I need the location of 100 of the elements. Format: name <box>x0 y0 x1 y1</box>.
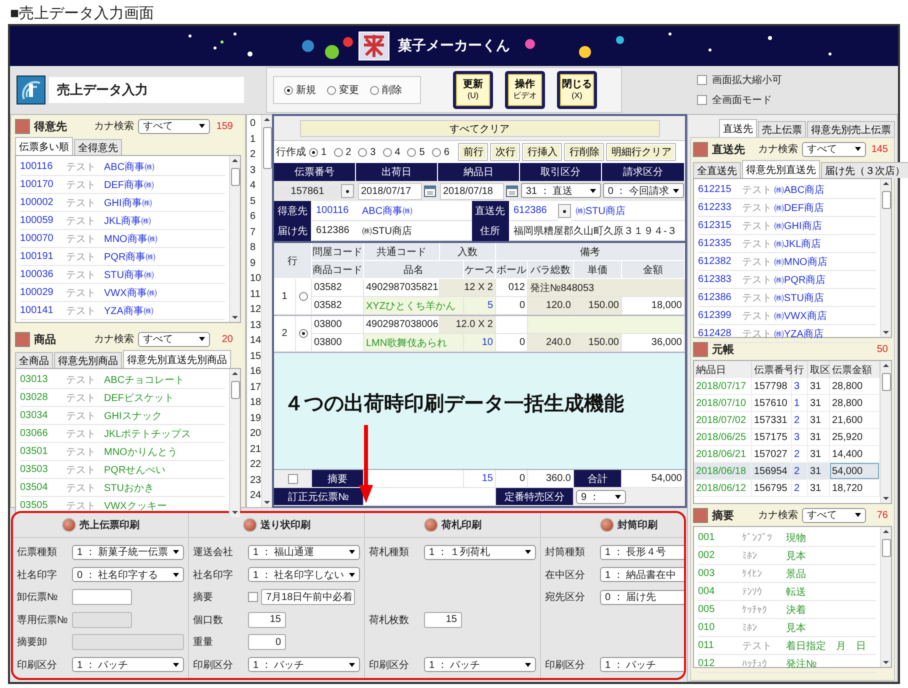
name-label[interactable]: MNO商事㈱ <box>104 232 158 246</box>
tab[interactable]: 得意先別直送先別商品 <box>123 350 231 368</box>
name-label[interactable]: JKL商事㈱ <box>104 214 152 228</box>
clear-all-button[interactable]: すべてクリア <box>300 120 660 136</box>
dropdown[interactable]: 1 ： バッチ <box>424 657 536 672</box>
name-label[interactable]: 転送 <box>786 584 806 598</box>
dropdown[interactable]: 1 ： バッチ <box>600 657 684 672</box>
name-label[interactable]: GHI商事㈱ <box>104 196 152 210</box>
name-label[interactable]: 景品 <box>786 566 806 580</box>
dropdown[interactable]: 1 ： 新菓子統一伝票 <box>72 544 184 560</box>
ball-count-field[interactable] <box>496 316 528 334</box>
tab[interactable]: 全得意先 <box>74 139 122 155</box>
checkbox[interactable] <box>697 75 707 85</box>
dropdown[interactable]: 0 ： 今回請求 <box>602 183 684 198</box>
dropdown[interactable]: すべて <box>138 118 210 134</box>
tab[interactable]: 全商品 <box>15 352 53 368</box>
tab[interactable]: 得意先別直送先 <box>742 160 820 178</box>
number-field[interactable]: 15 <box>424 612 462 628</box>
radio-button[interactable] <box>407 148 416 156</box>
dropdown[interactable]: 31 ： 直送 <box>520 183 601 198</box>
name-label[interactable]: ㈱VWX商店 <box>774 308 827 322</box>
radio-button[interactable] <box>327 86 336 94</box>
tab[interactable]: 全直送先 <box>693 162 741 178</box>
calendar-icon[interactable] <box>424 185 436 197</box>
name-label[interactable]: MNOかりんとう <box>104 444 178 458</box>
name-label[interactable]: ㈱JKL商店 <box>774 236 822 250</box>
name-label[interactable]: 着日指定 月 日 <box>786 638 866 652</box>
radio-label[interactable]: 2 <box>346 146 352 158</box>
lookup-button[interactable] <box>558 204 570 218</box>
remark-field[interactable] <box>528 316 685 334</box>
name-label[interactable]: 現物 <box>786 530 806 544</box>
nav-button[interactable]: 行挿入 <box>522 143 562 161</box>
dropdown[interactable]: 1 ： バッチ <box>248 657 360 672</box>
dropdown[interactable]: 0 ： 届け先 <box>600 590 684 605</box>
dropdown[interactable]: 1 ： 社名印字しない <box>248 567 360 582</box>
dropdown[interactable]: すべて <box>802 508 866 522</box>
name-label[interactable]: 見本 <box>786 620 806 634</box>
radio-label[interactable]: 6 <box>444 146 450 158</box>
name-label[interactable]: 決着 <box>786 602 806 616</box>
lookup-button[interactable] <box>340 184 354 198</box>
radio-label[interactable]: 削除 <box>382 83 402 97</box>
radio-button[interactable] <box>299 292 308 301</box>
name-label[interactable]: ㈱MNO商店 <box>774 254 828 268</box>
radio-button[interactable] <box>382 148 392 156</box>
name-label[interactable]: JKLポテトチップス <box>104 426 192 440</box>
number-field[interactable]: 15 <box>248 612 286 628</box>
radio-label[interactable]: 新規 <box>296 83 316 97</box>
radio-button[interactable] <box>309 148 318 156</box>
dropdown[interactable]: 1 ： 福山通運 <box>248 544 360 560</box>
name-label[interactable]: STU商事㈱ <box>104 268 154 282</box>
dropdown[interactable]: すべて <box>138 332 210 346</box>
toolbar-button[interactable]: 操作 ビデオ <box>505 71 545 109</box>
dropdown[interactable]: 1 ： １列荷札 <box>424 544 536 560</box>
name-label[interactable]: ABCチョコレート <box>104 372 185 386</box>
scrollbar[interactable] <box>880 527 891 667</box>
name-label[interactable]: STUおかき <box>104 480 154 494</box>
date-field[interactable]: 2018/07/17 <box>358 182 422 200</box>
name-label[interactable]: ABC商事㈱ <box>104 160 155 174</box>
calendar-icon[interactable] <box>506 185 518 197</box>
checkbox[interactable] <box>697 95 707 105</box>
radio-button[interactable] <box>370 86 379 94</box>
scrollbar[interactable] <box>880 179 891 337</box>
name-label[interactable]: DEFビスケット <box>104 390 174 404</box>
date-field[interactable]: 2018/07/18 <box>440 182 504 200</box>
checkbox[interactable] <box>248 592 258 602</box>
scrollbar[interactable] <box>880 361 891 503</box>
dropdown[interactable]: 0 ： 社名印字する <box>72 567 184 582</box>
number-field[interactable]: 0 <box>248 634 286 650</box>
checkbox-label[interactable]: 全画面モード <box>712 93 772 107</box>
name-label[interactable]: ㈱ABC商店 <box>774 182 825 196</box>
name-label[interactable]: ㈱PQR商店 <box>774 272 826 286</box>
tab[interactable]: 売上伝票 <box>758 121 806 137</box>
name-label[interactable]: ㈱STU商店 <box>774 290 824 304</box>
name-label[interactable]: VWX商事㈱ <box>104 286 157 300</box>
correction-field[interactable] <box>364 488 496 506</box>
name-label[interactable]: PQR商事㈱ <box>104 250 156 264</box>
radio-label[interactable]: 変更 <box>339 83 359 97</box>
name-label[interactable]: ㈱GHI商店 <box>774 218 822 232</box>
nav-button[interactable]: 行削除 <box>564 143 604 161</box>
toolbar-button[interactable]: 更新 (U) <box>453 71 493 109</box>
dropdown[interactable]: 9 ： <box>576 490 626 504</box>
scrollbar[interactable] <box>229 156 240 322</box>
radio-button[interactable] <box>299 329 308 338</box>
name-label[interactable]: 見本 <box>786 548 806 562</box>
tab[interactable]: 直送先 <box>719 119 757 137</box>
toolbar-button[interactable]: 閉じる (X) <box>557 71 597 109</box>
radio-button[interactable] <box>334 148 343 156</box>
nav-button[interactable]: 前行 <box>458 143 488 161</box>
dropdown[interactable]: 1 ： 長形４号 <box>600 544 684 560</box>
name-label[interactable]: GHIスナック <box>104 408 162 422</box>
radio-label[interactable]: 5 <box>419 146 425 158</box>
name-label[interactable]: VWXクッキー <box>104 498 167 512</box>
name-label[interactable]: YZA商事㈱ <box>104 304 154 318</box>
name-label[interactable]: DEF商事㈱ <box>104 178 154 192</box>
radio-button[interactable] <box>432 148 441 156</box>
checkbox-label[interactable]: 画面拡大縮小可 <box>712 73 782 87</box>
checkbox[interactable] <box>288 474 298 484</box>
name-label[interactable]: ㈱YZA商店 <box>774 326 824 340</box>
radio-label[interactable]: 3 <box>370 146 376 158</box>
input-field[interactable]: 7月18日午前中必着 <box>261 589 355 606</box>
